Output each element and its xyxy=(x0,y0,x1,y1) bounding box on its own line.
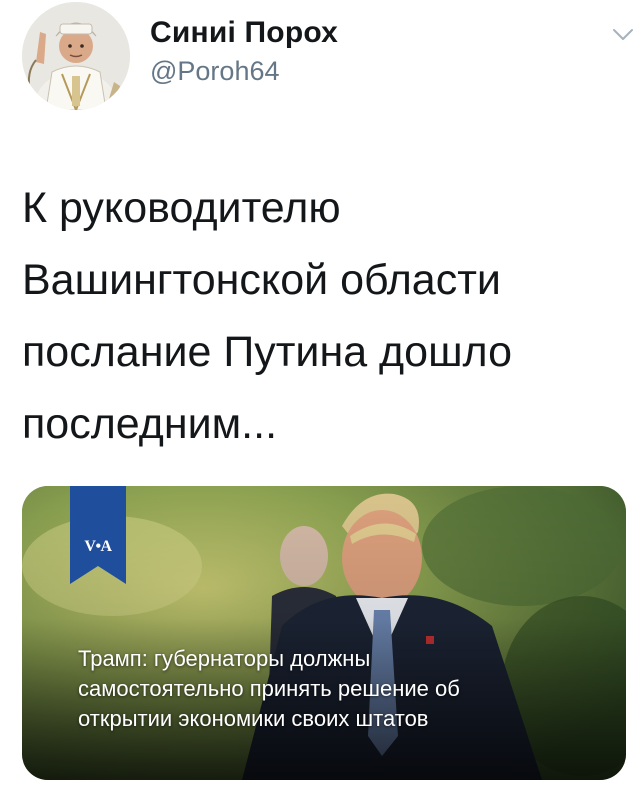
chevron-down-icon[interactable] xyxy=(612,28,634,42)
link-card[interactable]: V•A Трамп: губернаторы должны самостояте… xyxy=(22,486,626,780)
tweet: Синиі Порох @Poroh64 К руководителю Ваши… xyxy=(0,0,643,788)
user-info: Синиі Порох @Poroh64 xyxy=(150,14,338,88)
card-headline-line: открытии экономики своих штатов xyxy=(78,706,429,731)
tweet-text: К руководителю Вашингтонской области пос… xyxy=(22,172,622,460)
tweet-text-line: К руководителю xyxy=(22,184,341,232)
tweet-text-line: последним... xyxy=(22,400,278,448)
profile-avatar-icon xyxy=(22,2,130,110)
voa-logo-icon xyxy=(70,486,126,584)
voa-logo-text: V•A xyxy=(84,538,112,555)
card-headline: Трамп: губернаторы должны самостоятельно… xyxy=(78,644,598,734)
tweet-text-line: послание Путина дошло xyxy=(22,328,513,376)
card-headline-line: Трамп: губернаторы должны xyxy=(78,646,371,671)
avatar[interactable] xyxy=(22,2,130,110)
card-headline-line: самостоятельно принять решение об xyxy=(78,676,460,701)
user-handle[interactable]: @Poroh64 xyxy=(150,54,338,88)
tweet-header: Синиі Порох @Poroh64 xyxy=(22,2,633,114)
tweet-text-line: Вашингтонской области xyxy=(22,256,501,304)
display-name[interactable]: Синиі Порох xyxy=(150,14,338,52)
